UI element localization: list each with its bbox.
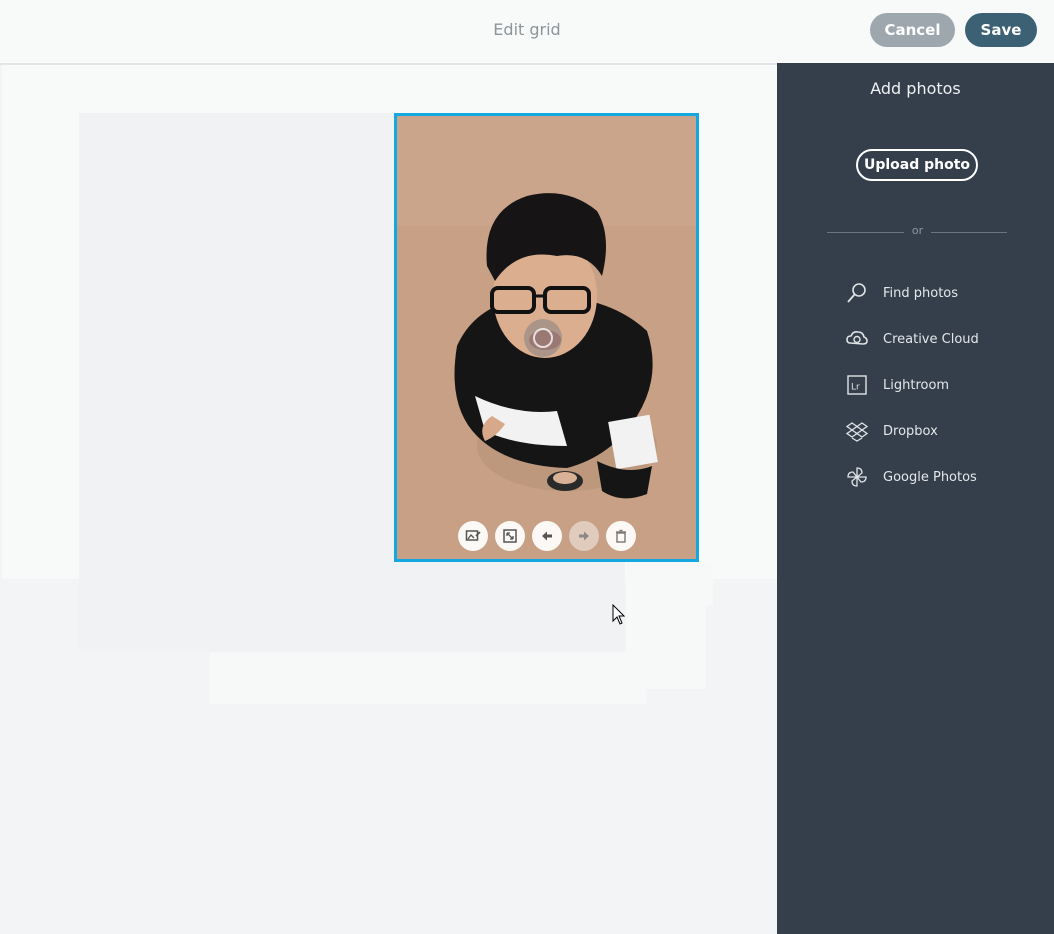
source-label: Find photos [883, 285, 959, 301]
fit-image-icon[interactable] [495, 521, 525, 551]
replace-image-icon[interactable] [458, 521, 488, 551]
creative-cloud-icon [845, 327, 869, 351]
source-label: Lightroom [883, 377, 950, 393]
source-find-photos[interactable]: Find photos [845, 280, 958, 306]
source-dropbox[interactable]: Dropbox [845, 418, 938, 444]
photo-toolbar [458, 521, 636, 551]
dropbox-icon [845, 419, 869, 443]
add-photos-panel: Add photos Upload photo or Find photos C… [777, 63, 1054, 934]
source-label: Creative Cloud [883, 331, 979, 347]
grid-cell-ghost [626, 562, 706, 689]
source-label: Dropbox [883, 423, 938, 439]
grid-canvas [0, 65, 777, 934]
google-photos-icon [845, 465, 869, 489]
trash-icon[interactable] [606, 521, 636, 551]
selected-photo-cell[interactable] [394, 113, 699, 562]
loading-spinner [524, 319, 562, 357]
source-creative-cloud[interactable]: Creative Cloud [845, 326, 979, 352]
source-label: Google Photos [883, 469, 977, 485]
arrow-right-icon[interactable] [569, 521, 599, 551]
svg-text:Lr: Lr [851, 383, 860, 393]
upload-photo-button[interactable]: Upload photo [856, 149, 978, 181]
grid-cell-ghost [210, 652, 646, 704]
or-label: or [911, 224, 924, 237]
mouse-cursor-icon [612, 604, 626, 625]
search-icon [845, 281, 869, 305]
top-bar: Edit grid Cancel Save [0, 0, 1054, 65]
grid-cell-ghost [706, 562, 713, 606]
divider [931, 232, 1007, 233]
lightroom-icon: Lr [845, 373, 869, 397]
panel-heading: Add photos [870, 79, 961, 98]
source-google-photos[interactable]: Google Photos [845, 464, 977, 490]
divider [827, 232, 904, 233]
save-button[interactable]: Save [965, 13, 1037, 47]
source-lightroom[interactable]: Lr Lightroom [845, 372, 949, 398]
arrow-left-icon[interactable] [532, 521, 562, 551]
cancel-button[interactable]: Cancel [870, 13, 955, 47]
